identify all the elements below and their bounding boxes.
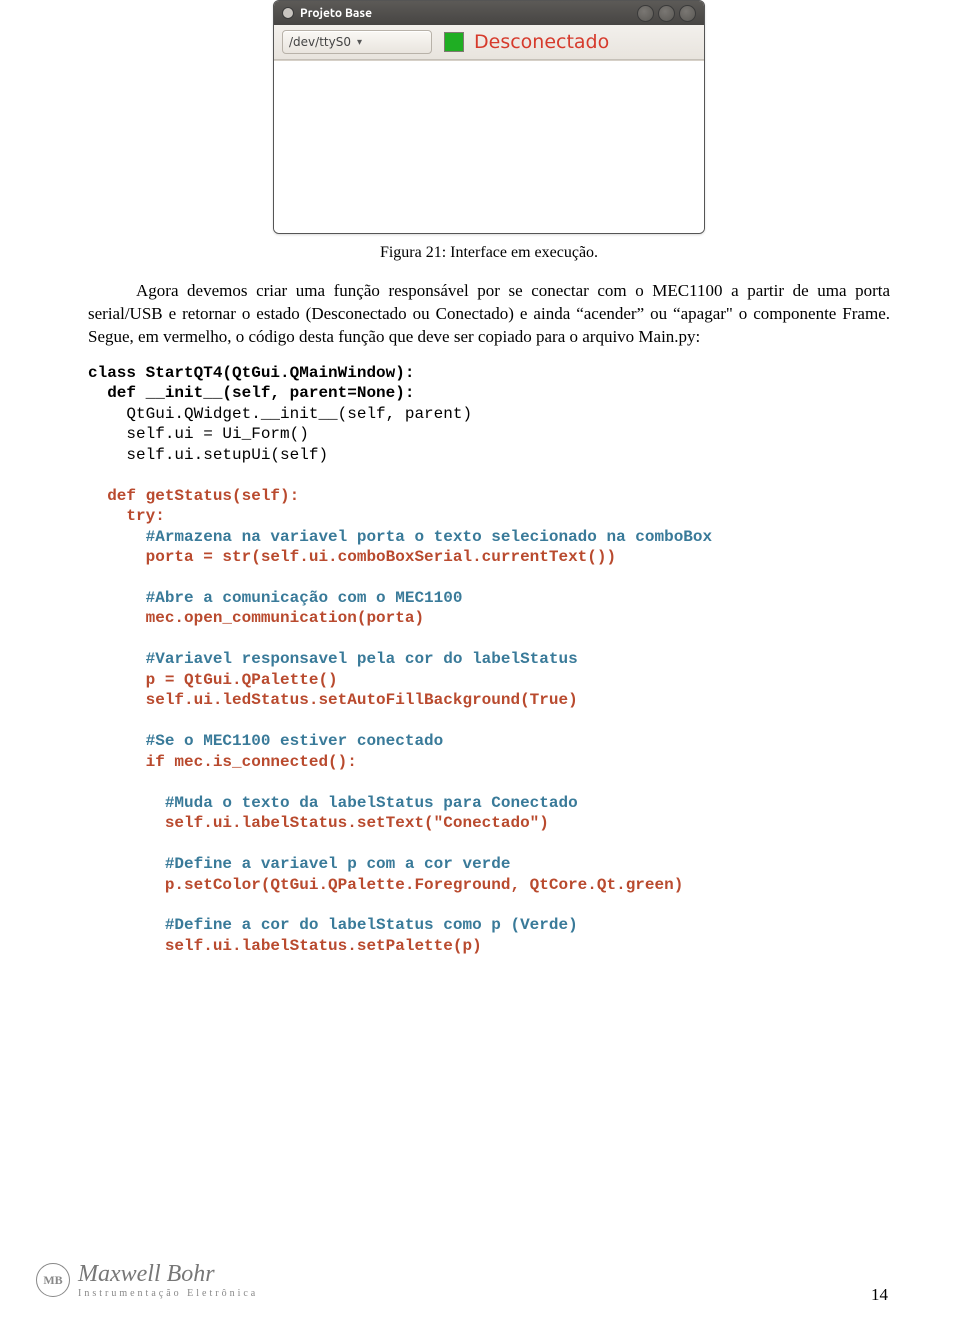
window-menu-icon xyxy=(282,7,294,19)
code-line: if mec.is_connected(): xyxy=(88,753,357,771)
figure-caption: Figura 21: Interface em execução. xyxy=(88,244,890,262)
code-line: #Variavel responsavel pela cor do labelS… xyxy=(88,650,578,668)
code-line: self.ui.ledStatus.setAutoFillBackground(… xyxy=(88,691,578,709)
code-line: porta = str(self.ui.comboBoxSerial.curre… xyxy=(88,548,616,566)
status-label: Desconectado xyxy=(474,31,609,53)
page-number: 14 xyxy=(871,1285,888,1305)
code-line: try: xyxy=(88,507,165,525)
page: Projeto Base /dev/ttyS0 ▾ Desconectado F… xyxy=(0,0,960,1325)
maximize-button[interactable] xyxy=(658,5,675,22)
code-line: class StartQT4(QtGui.QMainWindow): xyxy=(88,364,414,382)
toolbar: /dev/ttyS0 ▾ Desconectado xyxy=(274,25,704,60)
body-paragraph: Agora devemos criar uma função responsáv… xyxy=(88,280,890,349)
window-titlebar: Projeto Base xyxy=(274,1,704,25)
brand-name: Maxwell Bohr xyxy=(78,1261,258,1288)
window-title: Projeto Base xyxy=(300,7,633,20)
code-line: #Se o MEC1100 estiver conectado xyxy=(88,732,443,750)
code-block: class StartQT4(QtGui.QMainWindow): def _… xyxy=(88,363,890,957)
code-line: self.ui = Ui_Form() xyxy=(88,425,309,443)
code-line: p.setColor(QtGui.QPalette.Foreground, Qt… xyxy=(88,876,683,894)
code-line: def getStatus(self): xyxy=(88,487,299,505)
chevron-down-icon: ▾ xyxy=(357,37,425,48)
code-line: #Armazena na variavel porta o texto sele… xyxy=(88,528,712,546)
footer-brand: MB Maxwell Bohr Instrumentação Eletrônic… xyxy=(36,1261,258,1299)
code-line: self.ui.setupUi(self) xyxy=(88,446,328,464)
brand-logo-icon: MB xyxy=(36,1263,70,1297)
close-button[interactable] xyxy=(679,5,696,22)
serial-port-value: /dev/ttyS0 xyxy=(289,35,357,49)
app-window: Projeto Base /dev/ttyS0 ▾ Desconectado xyxy=(273,0,705,234)
code-line: #Muda o texto da labelStatus para Conect… xyxy=(88,794,578,812)
code-line: def __init__(self, parent=None): xyxy=(88,384,414,402)
brand-tagline: Instrumentação Eletrônica xyxy=(78,1288,258,1299)
brand-text: Maxwell Bohr Instrumentação Eletrônica xyxy=(78,1261,258,1299)
code-line: mec.open_communication(porta) xyxy=(88,609,424,627)
code-line: QtGui.QWidget.__init__(self, parent) xyxy=(88,405,472,423)
minimize-button[interactable] xyxy=(637,5,654,22)
code-line: #Define a cor do labelStatus como p (Ver… xyxy=(88,916,578,934)
code-line: p = QtGui.QPalette() xyxy=(88,671,338,689)
code-line: #Define a variavel p com a cor verde xyxy=(88,855,510,873)
app-body xyxy=(274,60,704,233)
code-line: self.ui.labelStatus.setText("Conectado") xyxy=(88,814,549,832)
code-line: #Abre a comunicação com o MEC1100 xyxy=(88,589,462,607)
code-line: self.ui.labelStatus.setPalette(p) xyxy=(88,937,482,955)
status-led xyxy=(444,32,464,52)
serial-port-combo[interactable]: /dev/ttyS0 ▾ xyxy=(282,30,432,54)
